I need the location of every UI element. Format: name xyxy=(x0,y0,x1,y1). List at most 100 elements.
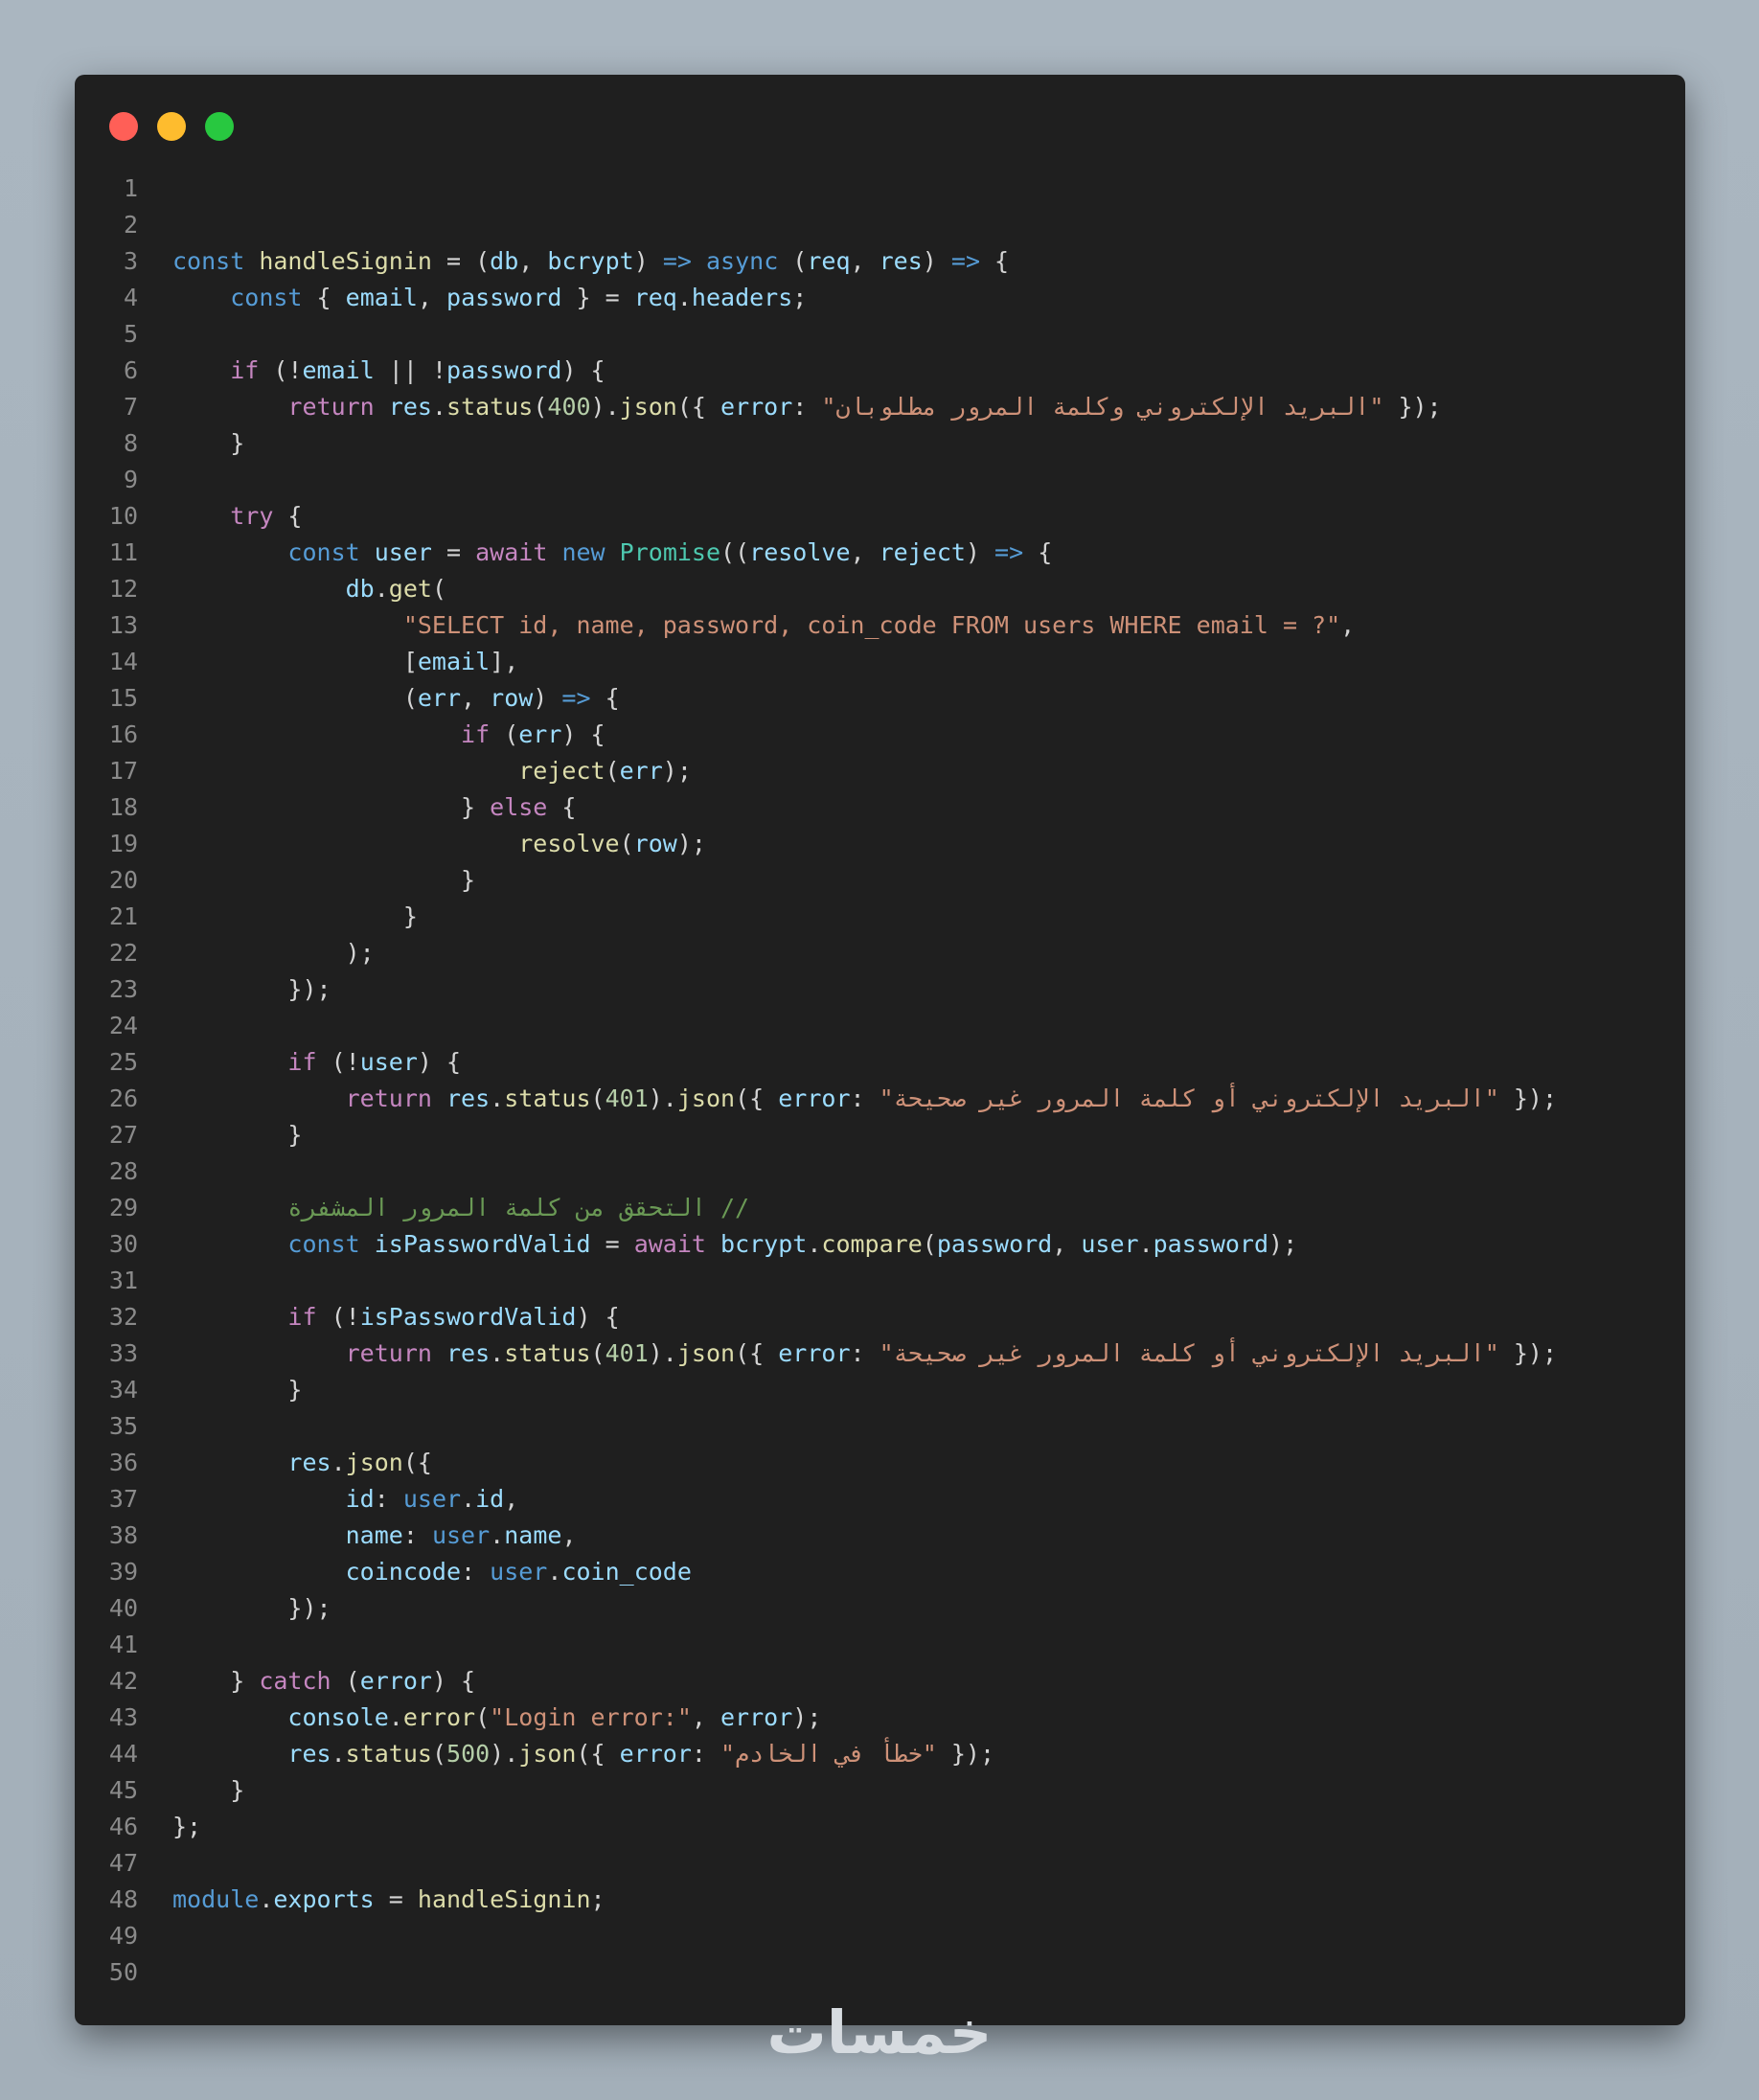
code-line: 16 if (err) { xyxy=(75,717,1685,753)
code-text: if (!user) { xyxy=(172,1044,461,1081)
line-number: 37 xyxy=(108,1485,138,1513)
code-line: 9 xyxy=(75,462,1685,498)
line-number: 41 xyxy=(108,1631,138,1658)
code-token: password xyxy=(446,356,562,384)
code-line: 50 xyxy=(75,1954,1685,1991)
code-token: error xyxy=(619,1740,692,1768)
code-line: 34 } xyxy=(75,1372,1685,1408)
code-token: ], xyxy=(490,648,519,675)
code-token: ). xyxy=(648,1339,677,1367)
code-token: . xyxy=(431,393,447,421)
code-token: ; xyxy=(590,1885,605,1913)
code-token: ({ xyxy=(676,393,721,421)
code-token: resolve xyxy=(518,830,620,857)
line-number: 50 xyxy=(108,1958,138,1986)
code-line: 28 xyxy=(75,1153,1685,1190)
code-line: 8 } xyxy=(75,425,1685,462)
code-token: ({ xyxy=(735,1084,779,1112)
code-token: error xyxy=(359,1667,432,1695)
code-token: . xyxy=(331,1449,346,1476)
code-token: ); xyxy=(676,830,706,857)
code-token: user xyxy=(1081,1230,1139,1258)
code-line: 25 if (!user) { xyxy=(75,1044,1685,1081)
line-number: 42 xyxy=(108,1667,138,1695)
code-token: ( xyxy=(331,1667,360,1695)
code-text: } xyxy=(172,1772,244,1809)
code-line: 46}; xyxy=(75,1809,1685,1845)
code-token: err xyxy=(619,757,663,785)
line-number: 29 xyxy=(108,1194,138,1221)
code-line: 10 try { xyxy=(75,498,1685,535)
code-token: || ! xyxy=(374,356,447,384)
code-token: "Login error:" xyxy=(490,1703,692,1731)
code-token: ({ xyxy=(576,1740,620,1768)
code-line: 7 return res.status(400).json({ error: "… xyxy=(75,389,1685,425)
code-token: return xyxy=(345,1084,432,1112)
code-token: status xyxy=(504,1084,591,1112)
code-text: }; xyxy=(172,1809,201,1845)
code-line: 19 resolve(row); xyxy=(75,826,1685,862)
code-token: id xyxy=(345,1485,375,1513)
code-token: ) xyxy=(633,247,663,275)
code-text: console.error("Login error:", error); xyxy=(172,1700,821,1736)
code-line: 23 }); xyxy=(75,971,1685,1008)
code-text: res.status(500).json({ error: "خطأ في ال… xyxy=(172,1736,994,1772)
line-number: 6 xyxy=(123,356,138,384)
code-token: }); xyxy=(936,1740,995,1768)
code-token: ( xyxy=(172,684,418,712)
code-line: 31 xyxy=(75,1263,1685,1299)
code-token: json xyxy=(518,1740,577,1768)
code-text: id: user.id, xyxy=(172,1481,519,1518)
code-token: user xyxy=(359,1048,418,1076)
code-token: . xyxy=(331,1740,346,1768)
code-token: : xyxy=(691,1740,721,1768)
close-button[interactable] xyxy=(109,112,138,141)
code-token: id xyxy=(475,1485,505,1513)
code-line: 3 const handleSignin = (db, bcrypt) => as… xyxy=(75,243,1685,280)
code-token: compare xyxy=(821,1230,923,1258)
code-editor[interactable]: 1 2 3 const handleSignin = (db, bcrypt) => … xyxy=(75,171,1685,1991)
minimize-button[interactable] xyxy=(157,112,186,141)
code-token: = xyxy=(374,1885,418,1913)
code-token: }); xyxy=(172,1594,331,1622)
code-token: 500 xyxy=(446,1740,491,1768)
window-controls xyxy=(109,112,234,141)
code-token: } xyxy=(172,429,245,457)
code-token: json xyxy=(345,1449,403,1476)
code-token: , xyxy=(850,538,880,566)
line-number: 38 xyxy=(108,1521,138,1549)
line-number: 43 xyxy=(108,1703,138,1731)
code-line: 32 if (!isPasswordValid) { xyxy=(75,1299,1685,1335)
maximize-button[interactable] xyxy=(205,112,234,141)
code-token: row xyxy=(633,830,677,857)
code-line: 2 xyxy=(75,207,1685,243)
code-token: } xyxy=(172,1667,260,1695)
code-token: ({ xyxy=(402,1449,432,1476)
code-token: if xyxy=(230,356,260,384)
code-line: 20 } xyxy=(75,862,1685,899)
code-token: . xyxy=(490,1339,505,1367)
line-number: 11 xyxy=(108,538,138,566)
code-line: 30 const isPasswordValid = await bcrypt.… xyxy=(75,1226,1685,1263)
code-token: : xyxy=(850,1084,880,1112)
code-text: } xyxy=(172,1117,302,1153)
code-text: [email], xyxy=(172,644,518,680)
code-token: }); xyxy=(172,975,331,1003)
code-token: "البريد الإلكتروني أو كلمة المرور غير صح… xyxy=(879,1084,1499,1112)
code-token: error xyxy=(778,1084,851,1112)
code-token: res xyxy=(879,247,923,275)
code-line: 11 const user = await new Promise((resol… xyxy=(75,535,1685,571)
code-token: { xyxy=(1023,538,1053,566)
code-token: reject xyxy=(879,538,966,566)
code-token: json xyxy=(676,1084,736,1112)
code-token: status xyxy=(504,1339,591,1367)
code-token: }); xyxy=(1498,1339,1558,1367)
